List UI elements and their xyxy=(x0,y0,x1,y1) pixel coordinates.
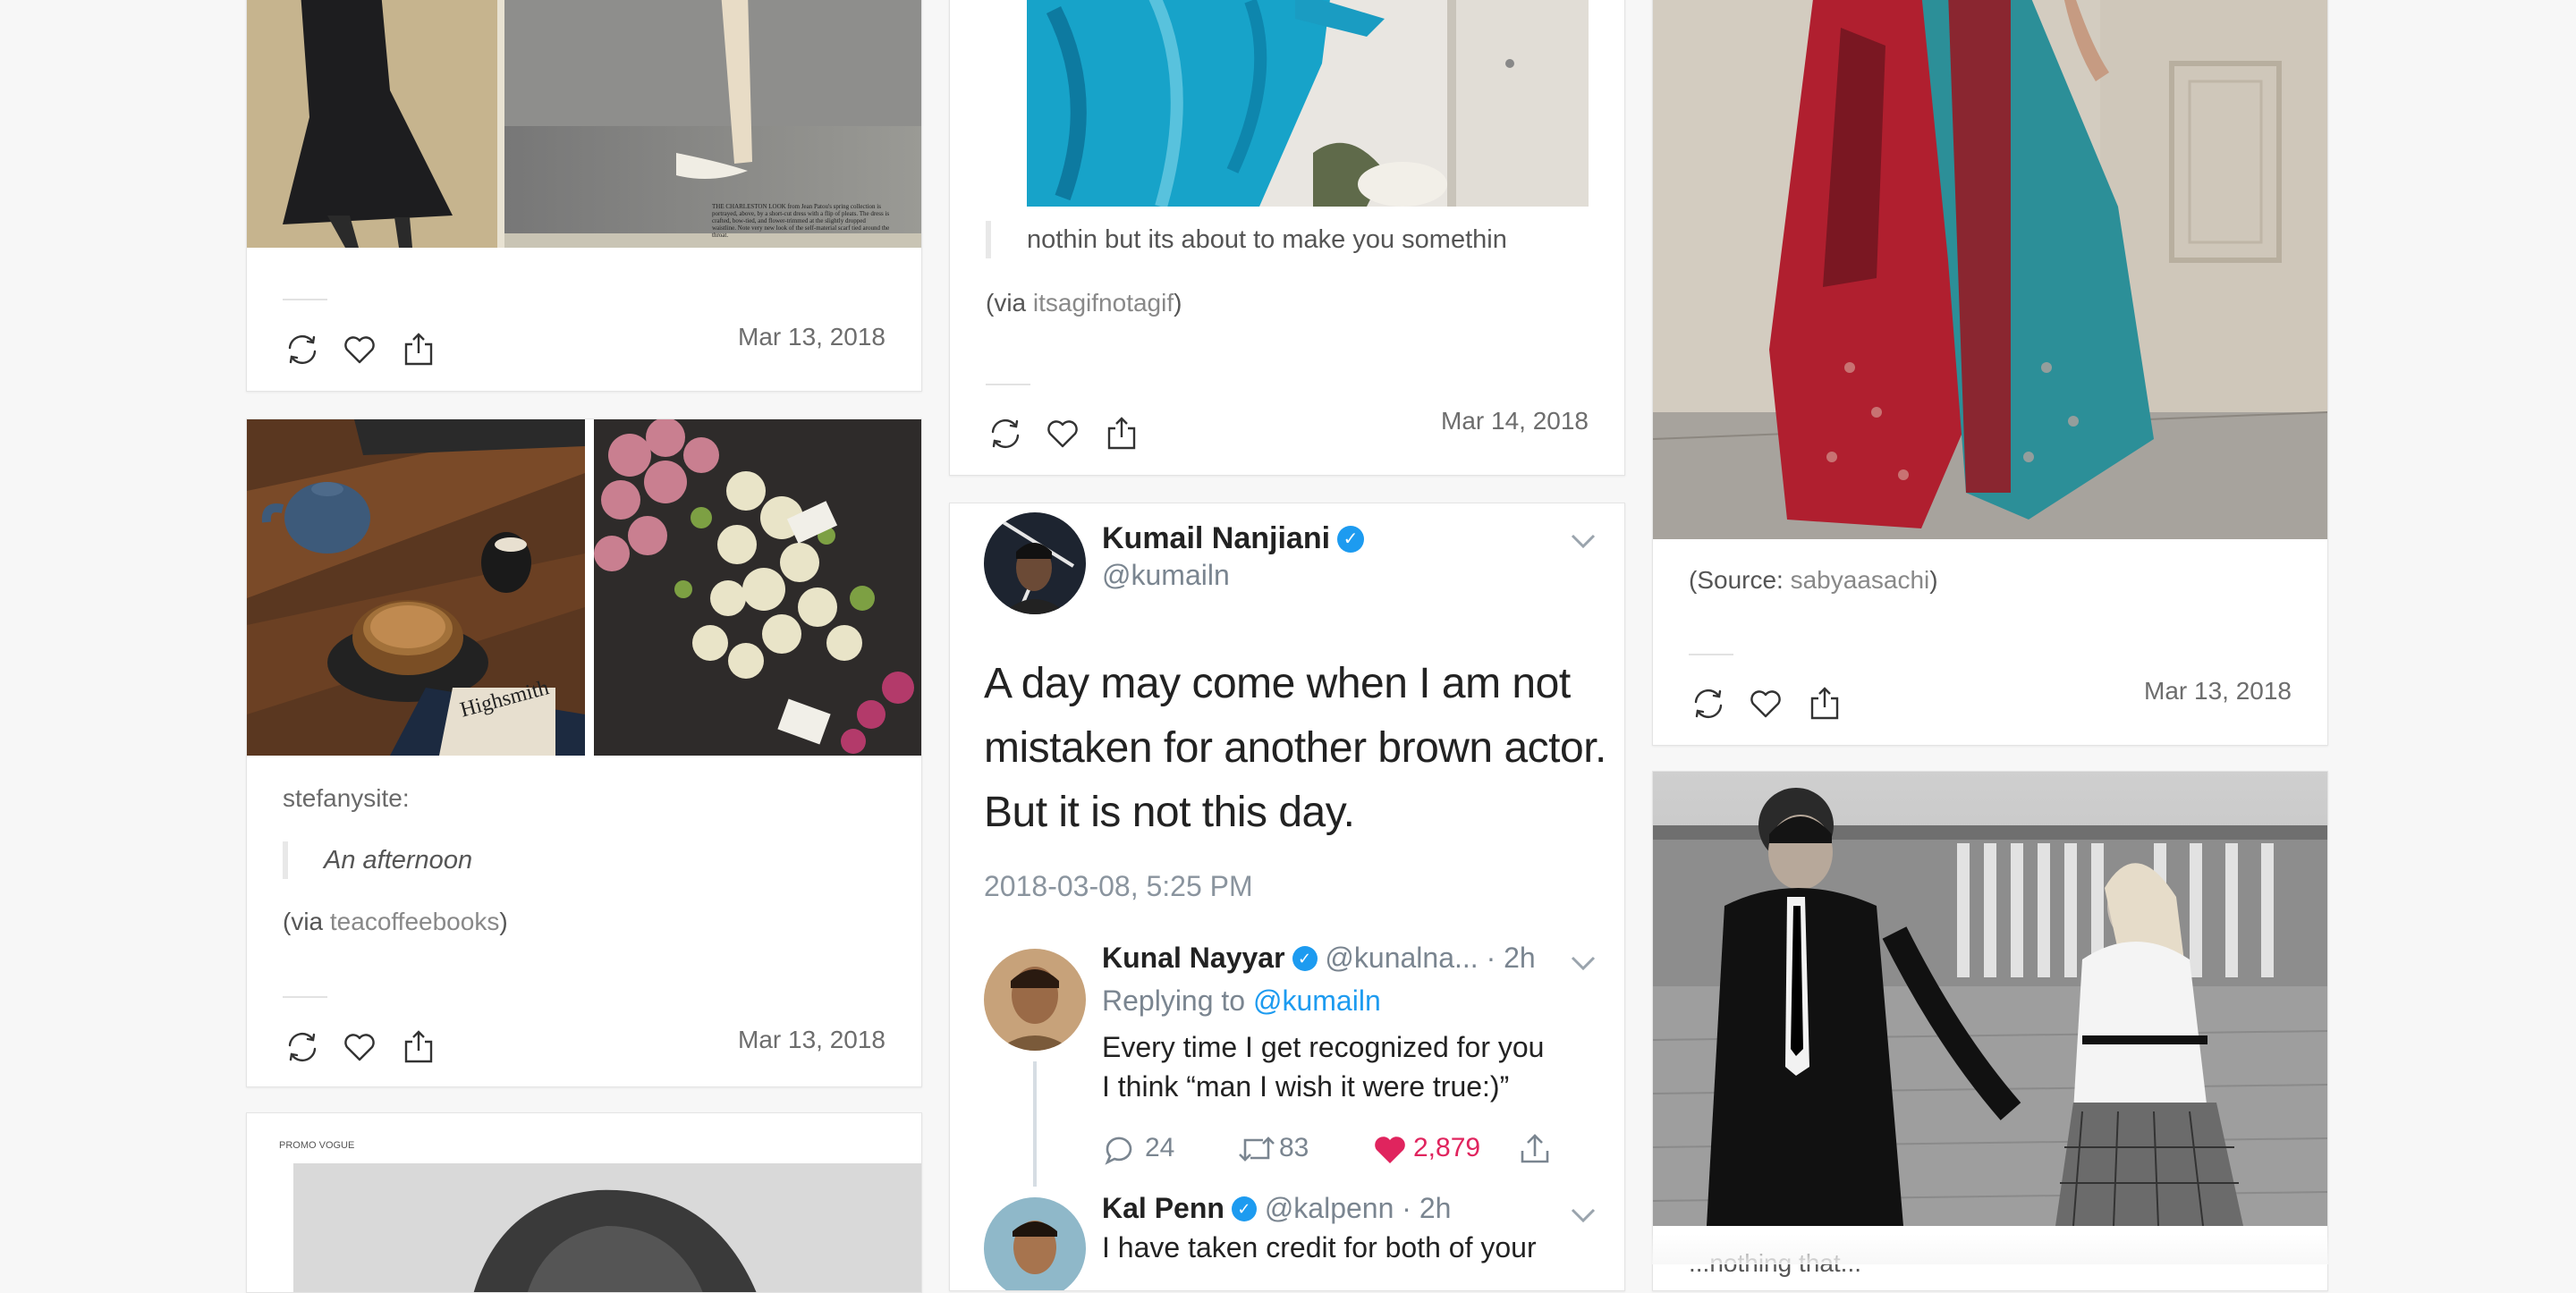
replying-to-handle[interactable]: @kumailn xyxy=(1253,985,1381,1017)
tweet-author-handle[interactable]: @kumailn xyxy=(1102,559,1230,592)
post-actions xyxy=(283,1027,462,1070)
tweet-body-line: A day may come when I am not xyxy=(984,660,1571,707)
post-card-tweet: Kumail Nanjiani ✓ @kumailn A day may come… xyxy=(949,503,1625,1291)
reply-author-handle[interactable]: @kunalna... xyxy=(1325,942,1478,974)
share-icon[interactable] xyxy=(399,1027,438,1067)
chevron-down-icon[interactable] xyxy=(1569,954,1597,974)
heart-icon[interactable] xyxy=(340,1027,379,1067)
comment-icon[interactable] xyxy=(1102,1133,1136,1165)
via-suffix: ) xyxy=(499,908,508,935)
reply-text: Every time I get recognized for you I th… xyxy=(1102,1027,1544,1106)
post-card-vogue: PROMO VOGUE xyxy=(246,1112,922,1293)
tweet-body: A day may come when I am not mistaken fo… xyxy=(984,652,1606,845)
post-actions xyxy=(283,330,462,373)
liked-heart-icon[interactable] xyxy=(1372,1133,1408,1165)
chevron-down-icon[interactable] xyxy=(1569,1206,1597,1226)
reply-stats: 24 83 2,879 xyxy=(1102,1129,1603,1169)
photoset-photo-tulips[interactable] xyxy=(594,419,921,756)
retweet-count: 83 xyxy=(1279,1133,1309,1162)
post-photo-couple[interactable] xyxy=(1653,772,2327,1226)
tweet-body-line: mistaken for another brown actor. xyxy=(984,724,1606,772)
post-via-line: (via itsagifnotagif) xyxy=(986,289,1182,317)
post-card-afternoon: Highsmith stefanysite: An afternoon (via… xyxy=(246,418,922,1087)
reply-text: I have taken credit for both of your xyxy=(1102,1231,1537,1263)
reply-author-handle[interactable]: @kalpenn xyxy=(1265,1192,1394,1224)
source-link[interactable]: sabyaasachi xyxy=(1791,566,1930,594)
bottom-fade xyxy=(1652,1234,2328,1264)
reblog-icon[interactable] xyxy=(986,414,1025,453)
chevron-down-icon[interactable] xyxy=(1569,532,1597,552)
reply-avatar-kal[interactable] xyxy=(984,1197,1086,1290)
tweet-author-name[interactable]: Kumail Nanjiani ✓ xyxy=(1102,521,1365,556)
reply-header-kunal: Kunal Nayyar ✓ @kunalna... · 2h xyxy=(1102,942,1536,975)
share-icon[interactable] xyxy=(1102,414,1141,453)
verified-badge-icon: ✓ xyxy=(1337,526,1365,553)
via-suffix: ) xyxy=(1174,289,1182,317)
reply-time: · 2h xyxy=(1486,942,1536,974)
post-source-line: (Source: sabyaasachi) xyxy=(1689,566,1938,595)
reblog-icon[interactable] xyxy=(283,330,322,369)
post-date: Mar 13, 2018 xyxy=(738,323,886,351)
retweet-icon[interactable] xyxy=(1236,1133,1277,1165)
post-separator xyxy=(283,299,327,300)
source-suffix: ) xyxy=(1929,566,1938,594)
post-quote: An afternoon xyxy=(283,841,472,879)
share-icon[interactable] xyxy=(1517,1131,1553,1167)
reply-count: 24 xyxy=(1145,1133,1175,1162)
post-card-gif: nothin but its about to make you somethi… xyxy=(949,0,1625,476)
reblog-icon[interactable] xyxy=(1689,684,1728,723)
post-date: Mar 13, 2018 xyxy=(738,1026,886,1053)
tweet-body-line: But it is not this day. xyxy=(984,789,1355,836)
tweet-timestamp: 2018-03-08, 5:25 PM xyxy=(984,870,1253,902)
reply-header-kal: Kal Penn ✓ @kalpenn · 2h xyxy=(1102,1192,1451,1225)
post-separator xyxy=(986,384,1030,385)
post-card-sari: (Source: sabyaasachi) Mar 13, 2018 xyxy=(1652,0,2328,746)
post-card-vintage-dress: THE CHARLESTON LOOK from Jean Patou's sp… xyxy=(246,0,922,392)
post-separator xyxy=(1689,654,1733,655)
photoset-photo-tea[interactable]: Highsmith xyxy=(247,419,585,756)
verified-badge-icon: ✓ xyxy=(1231,1196,1257,1221)
reply-author-name[interactable]: Kal Penn xyxy=(1102,1192,1224,1224)
tweet-author-avatar[interactable] xyxy=(984,512,1086,614)
post-photo-vintage-dress[interactable]: THE CHARLESTON LOOK from Jean Patou's sp… xyxy=(247,0,921,248)
tweet-author-name-text: Kumail Nanjiani xyxy=(1102,521,1331,555)
like-count: 2,879 xyxy=(1413,1133,1481,1162)
post-via-line: (via teacoffeebooks) xyxy=(283,908,508,936)
source-prefix: (Source: xyxy=(1689,566,1791,594)
reblog-icon[interactable] xyxy=(283,1027,322,1067)
reply-text-line: I think “man I wish it were true:)” xyxy=(1102,1070,1510,1103)
reply-time: · 2h xyxy=(1402,1192,1452,1224)
post-quote-text: nothin but its about to make you somethi… xyxy=(1027,225,1507,254)
post-actions xyxy=(1689,684,1868,727)
post-photo-sari[interactable] xyxy=(1653,0,2327,539)
reply-line-connector xyxy=(1033,1061,1037,1187)
reply-text-line: Every time I get recognized for you xyxy=(1102,1031,1545,1063)
via-prefix: (via xyxy=(986,289,1033,317)
post-author-label[interactable]: stefanysite: xyxy=(283,784,410,813)
reply-author-name[interactable]: Kunal Nayyar xyxy=(1102,942,1285,974)
heart-icon[interactable] xyxy=(1043,414,1082,453)
post-photo-vogue[interactable] xyxy=(293,1163,921,1292)
via-link[interactable]: itsagifnotagif xyxy=(1033,289,1174,317)
replying-to-line: Replying to @kumailn xyxy=(1102,985,1381,1018)
post-actions xyxy=(986,414,1165,457)
post-quote: nothin but its about to make you somethi… xyxy=(986,221,1507,258)
post-separator xyxy=(283,996,327,998)
share-icon[interactable] xyxy=(1805,684,1844,723)
reply-avatar-kunal[interactable] xyxy=(984,949,1086,1051)
replying-to-prefix: Replying to xyxy=(1102,985,1253,1017)
vogue-label: PROMO VOGUE xyxy=(279,1140,355,1151)
share-icon[interactable] xyxy=(399,330,438,369)
magazine-caption-text: THE CHARLESTON LOOK from Jean Patou's sp… xyxy=(712,203,890,239)
post-date: Mar 13, 2018 xyxy=(2144,677,2292,705)
post-gif-blue-dress[interactable] xyxy=(1027,0,1589,207)
verified-badge-icon: ✓ xyxy=(1292,946,1318,971)
via-prefix: (via xyxy=(283,908,330,935)
post-quote-text: An afternoon xyxy=(324,846,473,875)
heart-icon[interactable] xyxy=(1746,684,1785,723)
post-date: Mar 14, 2018 xyxy=(1441,407,1589,435)
post-card-couple: ...nothing that... xyxy=(1652,771,2328,1291)
heart-icon[interactable] xyxy=(340,330,379,369)
via-link[interactable]: teacoffeebooks xyxy=(330,908,499,935)
